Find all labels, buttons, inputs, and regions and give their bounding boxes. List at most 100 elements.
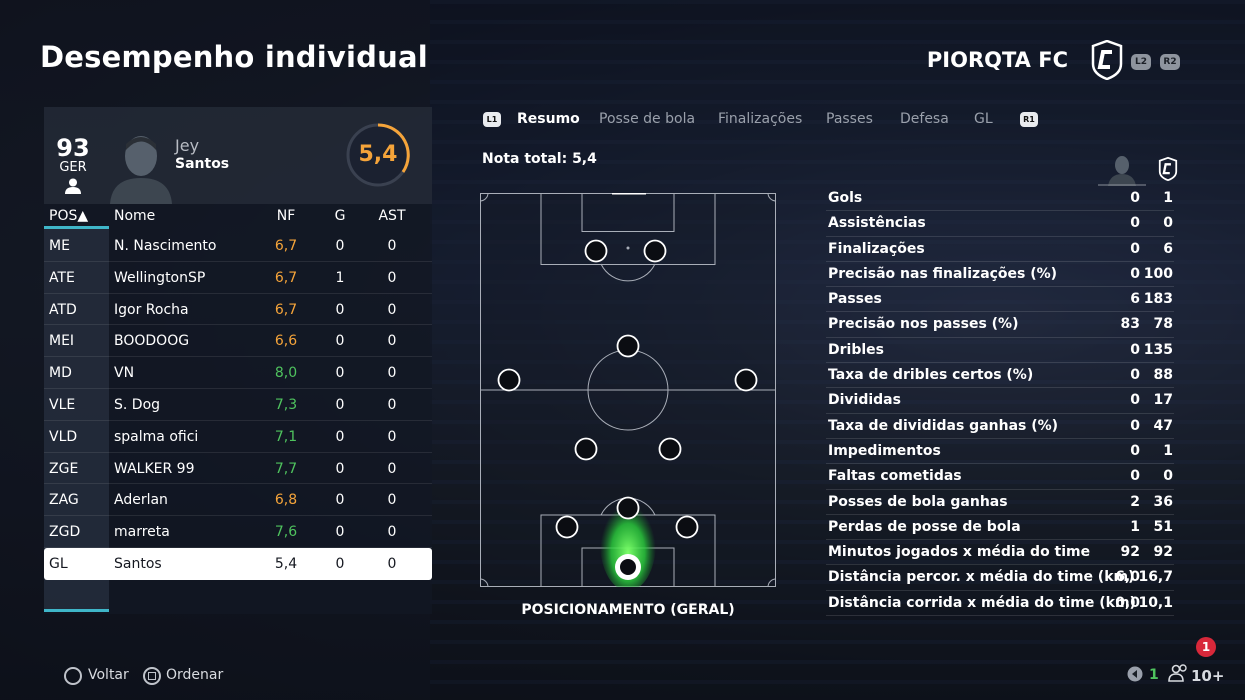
stat-row: Impedimentos 0 1 bbox=[826, 439, 1174, 465]
stat-player-value: 0 bbox=[1130, 442, 1140, 459]
r2-button[interactable]: R2 bbox=[1160, 54, 1180, 70]
stat-team-value: 100 bbox=[1143, 265, 1173, 282]
cell-name: Santos bbox=[114, 555, 162, 572]
stat-team-value: 183 bbox=[1143, 291, 1173, 308]
tab-posse-de-bola[interactable]: Posse de bola bbox=[599, 111, 695, 127]
stat-team-value: 6 bbox=[1163, 240, 1173, 257]
cell-pos: GL bbox=[49, 555, 68, 572]
header-nf[interactable]: NF bbox=[266, 208, 306, 224]
stat-player-value: 0 bbox=[1130, 417, 1140, 434]
stats-table: Gols 0 1 Assistências 0 0 Finalizações 0 6 Pre… bbox=[826, 186, 1174, 617]
player-rating-badge: 5,4 bbox=[345, 122, 411, 188]
cell-nf: 6,7 bbox=[274, 301, 298, 318]
header-g[interactable]: G bbox=[330, 208, 350, 224]
stat-label: Faltas cometidas bbox=[828, 468, 962, 485]
cell-nf: 7,7 bbox=[274, 460, 298, 477]
stat-row: Perdas de posse de bola 1 51 bbox=[826, 515, 1174, 541]
stat-player-value: 0 bbox=[1130, 240, 1140, 257]
stat-row: Distância corrida x média do time (km) 0,… bbox=[826, 591, 1174, 617]
party-icon bbox=[1168, 664, 1187, 682]
cell-name: Igor Rocha bbox=[114, 301, 189, 318]
stat-label: Minutos jogados x média do time bbox=[828, 544, 1091, 561]
team-column-logo-icon bbox=[1158, 156, 1178, 182]
cell-name: WellingtonSP bbox=[114, 269, 206, 286]
tab-finalizacoes[interactable]: Finalizações bbox=[718, 111, 802, 127]
cell-nf: 6,7 bbox=[274, 238, 298, 254]
cell-pos: VLD bbox=[49, 428, 78, 445]
tab-resumo[interactable]: Resumo bbox=[517, 111, 580, 127]
cell-nf: 6,6 bbox=[274, 333, 298, 350]
stat-team-value: 0 bbox=[1163, 468, 1173, 485]
header-pos[interactable]: POS▲ bbox=[49, 208, 88, 224]
header-name[interactable]: Nome bbox=[114, 208, 155, 224]
cell-name: marreta bbox=[114, 524, 170, 541]
stat-label: Divididas bbox=[828, 392, 901, 409]
stat-label: Finalizações bbox=[828, 240, 925, 257]
table-row[interactable]: ATE WellingtonSP 6,7 1 0 bbox=[44, 262, 432, 294]
player-position: GER bbox=[59, 160, 87, 175]
table-row[interactable]: MEI BOODOOG 6,6 0 0 bbox=[44, 325, 432, 358]
friends-online-count: 1 bbox=[1149, 667, 1159, 683]
cell-g: 0 bbox=[335, 428, 345, 445]
stat-team-value: 47 bbox=[1153, 417, 1173, 434]
l2-button[interactable]: L2 bbox=[1131, 54, 1151, 70]
stat-label: Precisão nos passes (%) bbox=[828, 316, 1019, 333]
cell-name: S. Dog bbox=[114, 396, 161, 413]
stat-label: Perdas de posse de bola bbox=[828, 518, 1021, 535]
table-row[interactable]: ATD Igor Rocha 6,7 0 0 bbox=[44, 294, 432, 326]
stat-team-value: 10,1 bbox=[1138, 594, 1173, 611]
tab-passes[interactable]: Passes bbox=[826, 111, 873, 127]
cell-ast: 0 bbox=[387, 460, 397, 477]
r1-button[interactable]: R1 bbox=[1020, 112, 1038, 127]
stat-player-value: 6 bbox=[1130, 291, 1140, 308]
l1-button[interactable]: L1 bbox=[483, 112, 501, 127]
table-row[interactable]: ME N. Nascimento 6,7 0 0 bbox=[44, 230, 432, 262]
cell-pos: MD bbox=[49, 365, 72, 382]
stat-player-value: 0 bbox=[1130, 468, 1140, 485]
stat-team-value: 51 bbox=[1153, 518, 1173, 535]
table-row[interactable]: ZAG Aderlan 6,8 0 0 bbox=[44, 484, 432, 517]
cell-g: 0 bbox=[335, 460, 345, 477]
player-last-name: Santos bbox=[175, 156, 230, 172]
table-row[interactable]: ZGD marreta 7,6 0 0 bbox=[44, 516, 432, 548]
tab-gl[interactable]: GL bbox=[974, 111, 993, 127]
player-avatar bbox=[110, 136, 172, 204]
circle-button-icon[interactable] bbox=[64, 667, 82, 685]
stat-row: Dribles 0 135 bbox=[826, 338, 1174, 364]
stat-row: Passes 6 183 bbox=[826, 287, 1174, 313]
cell-nf: 8,0 bbox=[274, 365, 298, 382]
stat-row: Finalizações 0 6 bbox=[826, 237, 1174, 262]
table-row[interactable]: ZGE WALKER 99 7,7 0 0 bbox=[44, 453, 432, 485]
cell-g: 0 bbox=[335, 396, 345, 413]
cell-g: 0 bbox=[335, 301, 345, 318]
table-row-selected[interactable]: GL Santos 5,4 0 0 bbox=[44, 547, 432, 580]
cell-ast: 0 bbox=[387, 428, 397, 445]
party-count: 10+ bbox=[1191, 667, 1225, 685]
cell-nf: 7,3 bbox=[274, 396, 298, 413]
cell-nf: 7,1 bbox=[274, 428, 298, 445]
square-glyph-icon bbox=[148, 672, 156, 680]
stat-team-value: 16,7 bbox=[1138, 569, 1173, 586]
cell-ast: 0 bbox=[387, 365, 397, 382]
square-button-icon[interactable] bbox=[143, 667, 161, 685]
player-first-name: Jey bbox=[175, 136, 200, 155]
stat-row: Taxa de dribles certos (%) 0 88 bbox=[826, 363, 1174, 389]
cell-ast: 0 bbox=[387, 396, 397, 413]
stat-team-value: 17 bbox=[1153, 392, 1173, 409]
cell-g: 0 bbox=[335, 555, 345, 572]
cell-pos: ZGD bbox=[49, 524, 81, 541]
sort-indicator bbox=[44, 226, 109, 229]
tab-defesa[interactable]: Defesa bbox=[900, 111, 949, 127]
stat-player-value: 0,0 bbox=[1115, 594, 1140, 611]
stat-player-value: 0 bbox=[1130, 265, 1140, 282]
notification-badge[interactable]: 1 bbox=[1196, 637, 1216, 657]
stat-label: Distância corrida x média do time (km) bbox=[828, 594, 1136, 611]
table-row[interactable]: MD VN 8,0 0 0 bbox=[44, 357, 432, 389]
table-row[interactable]: VLE S. Dog 7,3 0 0 bbox=[44, 389, 432, 421]
header-ast[interactable]: AST bbox=[377, 208, 407, 224]
sort-button[interactable]: Ordenar bbox=[166, 667, 223, 683]
table-row[interactable]: VLD spalma ofici 7,1 0 0 bbox=[44, 421, 432, 453]
back-button[interactable]: Voltar bbox=[88, 667, 129, 683]
cell-name: VN bbox=[114, 365, 135, 382]
stat-team-value: 1 bbox=[1163, 190, 1173, 206]
